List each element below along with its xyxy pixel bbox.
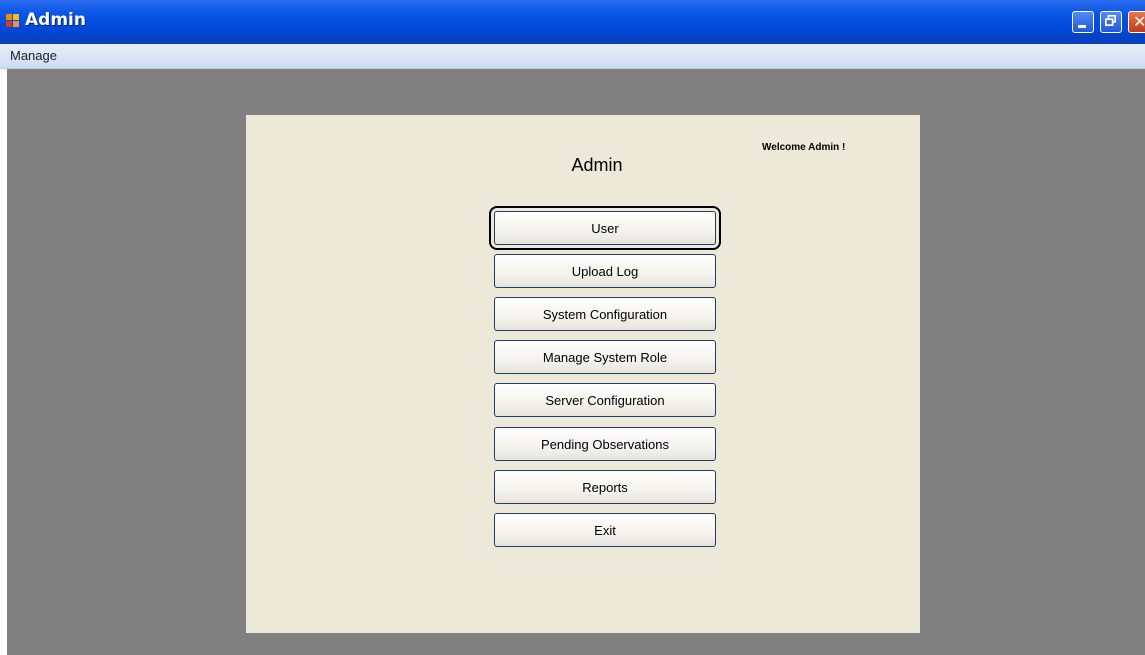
minimize-button[interactable] (1072, 11, 1094, 33)
restore-button[interactable] (1100, 11, 1122, 33)
restore-icon (1105, 15, 1116, 26)
upload-log-button[interactable]: Upload Log (494, 254, 716, 288)
admin-form: Admin Welcome Admin ! User Upload Log Sy… (246, 115, 920, 633)
manage-system-role-button[interactable]: Manage System Role (494, 340, 716, 374)
reports-button[interactable]: Reports (494, 470, 716, 504)
welcome-label: Welcome Admin ! (762, 142, 846, 153)
form-title: Admin (571, 155, 623, 175)
menu-bar: Manage (0, 44, 1145, 69)
system-configuration-button[interactable]: System Configuration (494, 297, 716, 331)
exit-button[interactable]: Exit (494, 513, 716, 547)
window-title: Admin (25, 10, 86, 30)
close-button[interactable]: ✕ (1128, 11, 1145, 33)
close-icon: ✕ (1133, 12, 1145, 31)
pending-observations-button[interactable]: Pending Observations (494, 427, 716, 461)
minimize-icon (1078, 25, 1086, 28)
app-icon[interactable] (6, 14, 20, 28)
title-bar[interactable]: Admin ✕ (0, 0, 1145, 44)
menu-item-manage[interactable]: Manage (8, 47, 59, 64)
user-button[interactable]: User (489, 206, 721, 250)
server-configuration-button[interactable]: Server Configuration (494, 383, 716, 417)
